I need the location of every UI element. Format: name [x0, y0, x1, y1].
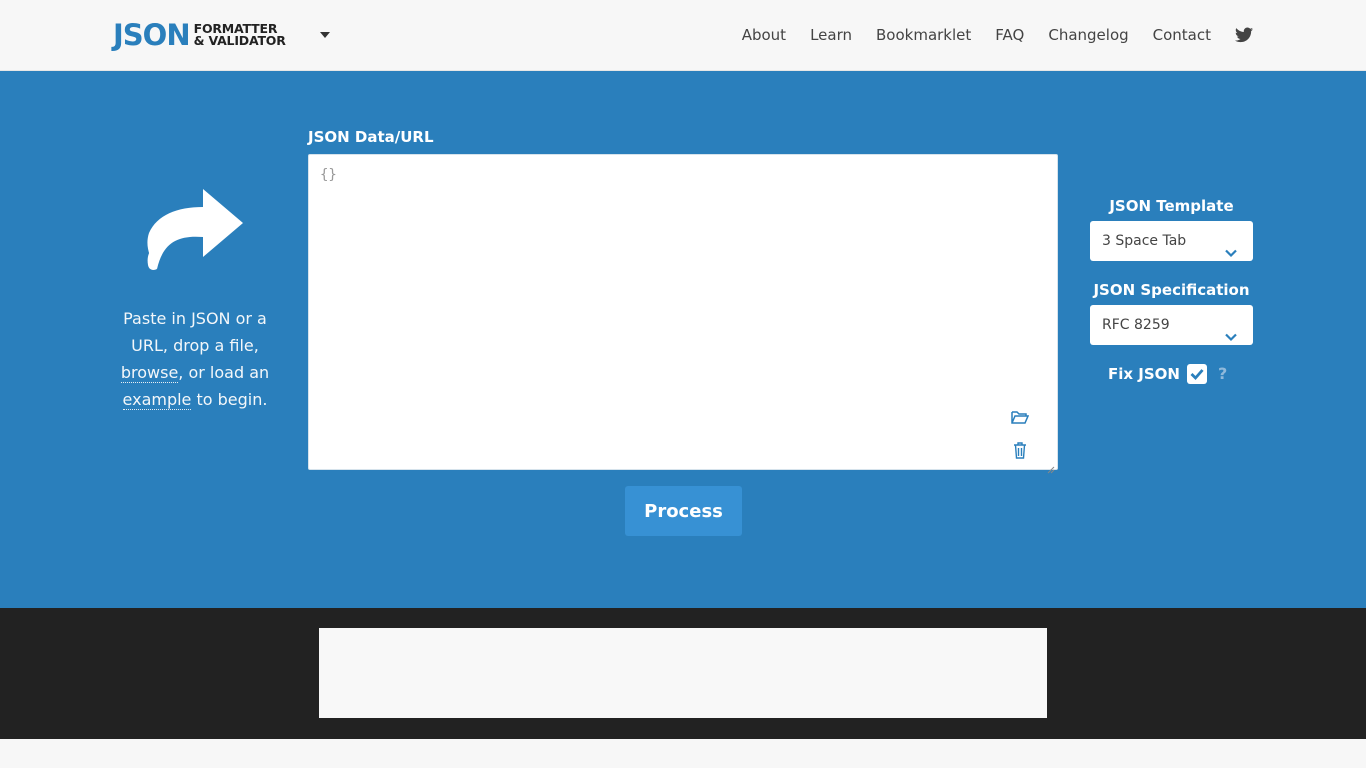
page-bottom: [0, 739, 1366, 768]
chevron-down-icon: [1225, 319, 1237, 342]
json-editor: [308, 154, 1058, 474]
intro-end: to begin.: [191, 390, 268, 409]
caret-down-icon[interactable]: [320, 32, 330, 38]
chevron-down-icon: [1225, 235, 1237, 258]
json-spec-label: JSON Specification: [1093, 281, 1250, 299]
intro-text: Paste in JSON or a URL, drop a file, bro…: [110, 305, 280, 413]
json-spec-select[interactable]: RFC 8259: [1090, 305, 1253, 345]
nav-changelog[interactable]: Changelog: [1048, 24, 1128, 46]
ad-placeholder: [319, 628, 1047, 718]
logo-subtitle: FORMATTER & VALIDATOR: [193, 22, 286, 48]
resize-handle[interactable]: [1047, 459, 1055, 474]
nav-contact[interactable]: Contact: [1153, 24, 1211, 46]
folder-open-icon[interactable]: [1011, 409, 1030, 425]
share-arrow-icon: [145, 185, 245, 275]
nav-learn[interactable]: Learn: [810, 24, 852, 46]
browse-link[interactable]: browse: [120, 363, 179, 383]
main-panel: Paste in JSON or a URL, drop a file, bro…: [0, 71, 1366, 608]
intro-mid: , or load an: [178, 363, 270, 382]
json-spec-value: RFC 8259: [1102, 317, 1170, 333]
options-panel: JSON Template 3 Space Tab JSON Specifica…: [1090, 195, 1253, 385]
ad-band: [0, 608, 1366, 739]
process-button[interactable]: Process: [625, 486, 742, 536]
top-header: JSON FORMATTER & VALIDATOR About Learn B…: [0, 0, 1366, 71]
main-nav: About Learn Bookmarklet FAQ Changelog Co…: [718, 24, 1253, 46]
help-icon[interactable]: ?: [1218, 363, 1227, 385]
nav-bookmarklet[interactable]: Bookmarklet: [876, 24, 971, 46]
fix-json-row: Fix JSON ?: [1090, 363, 1253, 385]
json-input[interactable]: [309, 155, 1057, 469]
nav-faq[interactable]: FAQ: [995, 24, 1024, 46]
json-template-select[interactable]: 3 Space Tab: [1090, 221, 1253, 261]
site-logo[interactable]: JSON FORMATTER & VALIDATOR: [113, 19, 286, 51]
intro-line: Paste in JSON or a URL, drop a file,: [123, 309, 267, 355]
logo-subtitle-line2: & VALIDATOR: [193, 33, 286, 48]
json-template-value: 3 Space Tab: [1102, 233, 1187, 249]
trash-icon[interactable]: [1013, 442, 1027, 459]
json-data-label: JSON Data/URL: [308, 128, 434, 146]
fix-json-label: Fix JSON: [1108, 365, 1180, 383]
json-template-label: JSON Template: [1109, 197, 1234, 215]
twitter-icon[interactable]: [1235, 27, 1253, 43]
logo-json-text: JSON: [113, 18, 191, 52]
example-link[interactable]: example: [122, 390, 192, 410]
fix-json-checkbox[interactable]: [1187, 364, 1207, 384]
nav-about[interactable]: About: [742, 24, 786, 46]
